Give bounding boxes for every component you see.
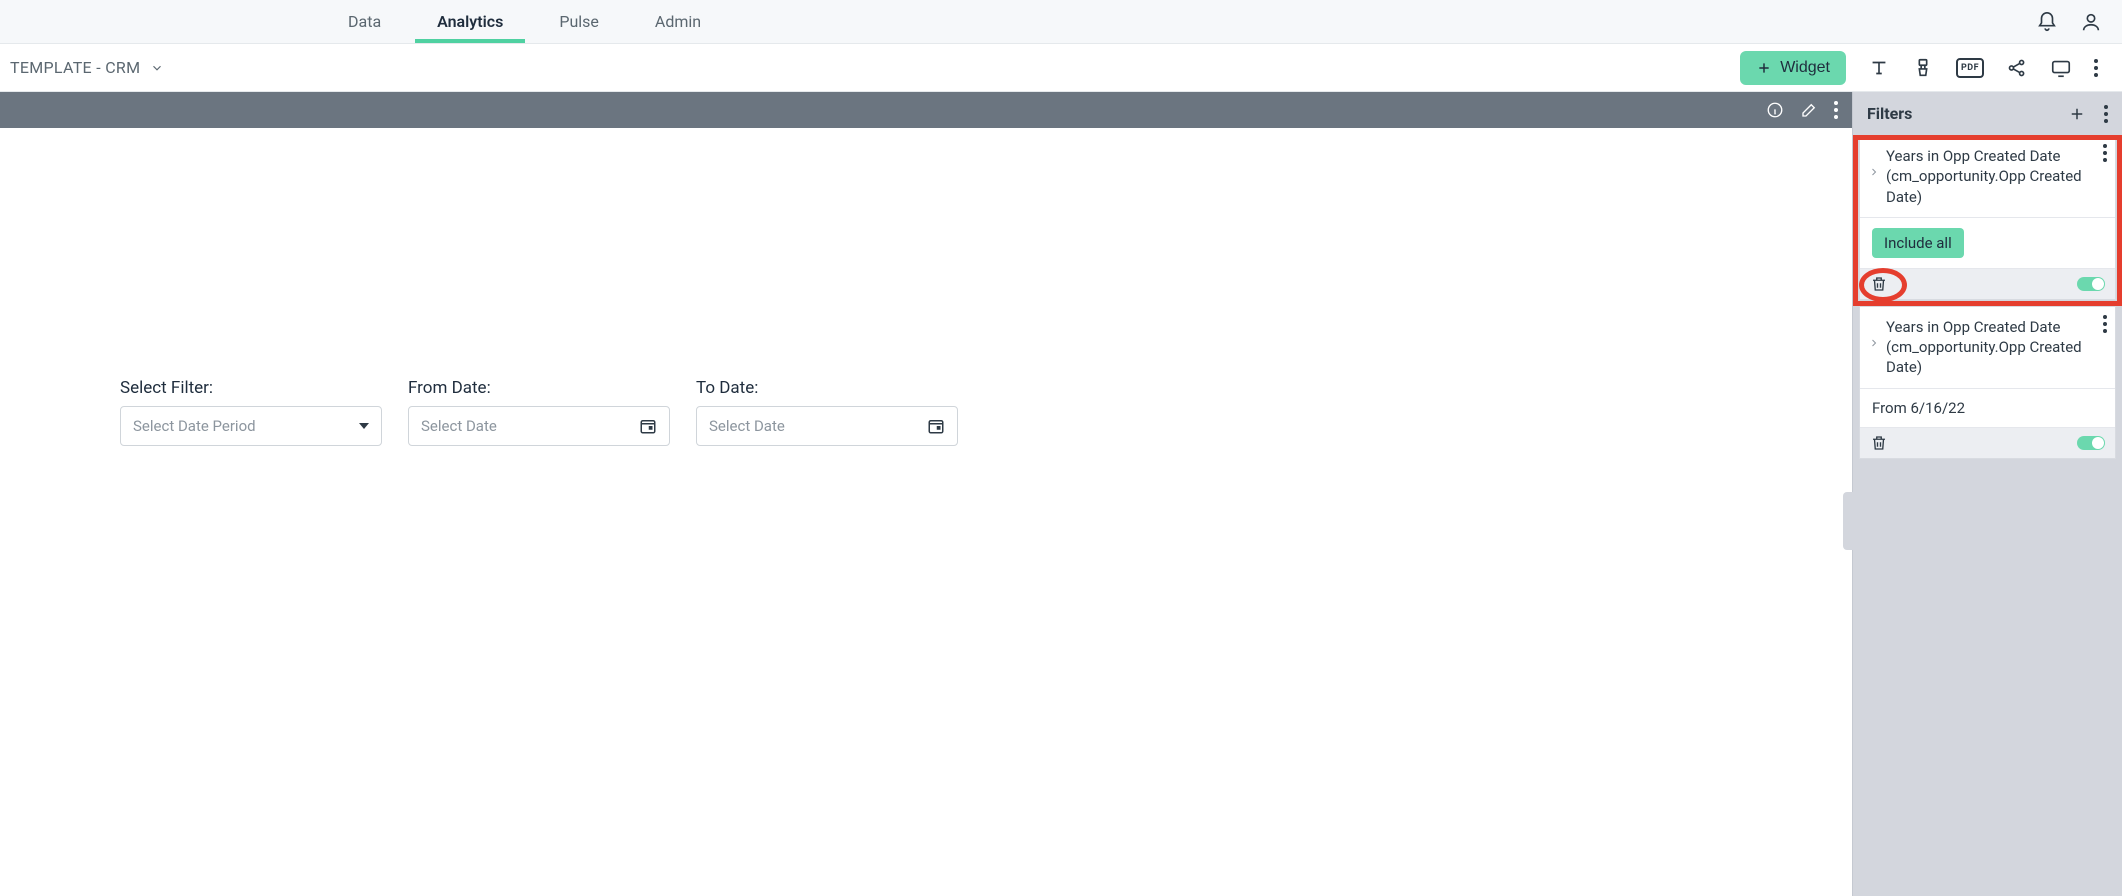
formula-icon[interactable] [1912,57,1934,79]
select-filter-label: Select Filter: [120,378,382,398]
tab-analytics[interactable]: Analytics [409,0,531,43]
user-icon[interactable] [2080,11,2102,33]
share-icon[interactable] [2006,57,2028,79]
dashboard-toolbar: TEMPLATE - CRM Widget PDF [0,44,2122,92]
present-icon[interactable] [2050,57,2072,79]
tab-admin[interactable]: Admin [627,0,729,43]
filters-panel-menu[interactable] [2104,105,2108,123]
dashboard-title-dropdown[interactable]: TEMPLATE - CRM [10,58,164,77]
dashboard-title-text: TEMPLATE - CRM [10,58,140,77]
bell-icon[interactable] [2036,11,2058,33]
collapse-panel-handle[interactable] [1843,492,1853,550]
filter-card[interactable]: Years in Opp Created Date (cm_opportunit… [1859,135,2116,300]
filters-panel: Filters Years in Opp Created Date (cm_op… [1852,92,2122,896]
dashboard-canvas-column: Select Filter: Select Date Period From D… [0,92,1852,896]
delete-filter-icon[interactable] [1870,434,1888,452]
edit-icon[interactable] [1800,101,1818,119]
filter-card[interactable]: Years in Opp Created Date (cm_opportunit… [1859,306,2116,459]
filter-selection-text: From 6/16/22 [1872,399,1965,417]
filter-card-menu[interactable] [2103,144,2107,162]
delete-filter-icon[interactable] [1870,275,1888,293]
from-date-label: From Date: [408,378,670,398]
select-filter-placeholder: Select Date Period [133,417,359,435]
info-icon[interactable] [1766,101,1784,119]
caret-down-icon [359,423,369,429]
filter-card-menu[interactable] [2103,315,2107,333]
add-filter-icon[interactable] [2068,105,2086,123]
filters-panel-title: Filters [1867,104,1912,123]
select-filter-dropdown[interactable]: Select Date Period [120,406,382,446]
dashboard-more-menu[interactable] [2094,59,2098,77]
filter-enable-toggle[interactable] [2077,436,2105,450]
calendar-icon [639,417,657,435]
filter-enable-toggle[interactable] [2077,277,2105,291]
plus-icon [1756,60,1772,76]
chevron-right-icon [1868,166,1880,178]
calendar-icon [927,417,945,435]
filter-selection-pill[interactable]: Include all [1872,228,1964,258]
widget-header-bar [0,92,1852,128]
tab-pulse[interactable]: Pulse [531,0,627,43]
to-date-placeholder: Select Date [709,417,927,435]
from-date-input[interactable]: Select Date [408,406,670,446]
filter-card-title: Years in Opp Created Date (cm_opportunit… [1886,317,2087,378]
chevron-down-icon [150,61,164,75]
filter-card-title: Years in Opp Created Date (cm_opportunit… [1886,146,2087,207]
chevron-right-icon [1868,337,1880,349]
filter-card-highlighted: Years in Opp Created Date (cm_opportunit… [1853,135,2122,306]
add-widget-label: Widget [1780,59,1830,77]
tab-data[interactable]: Data [320,0,409,43]
text-icon[interactable] [1868,57,1890,79]
from-date-placeholder: Select Date [421,417,639,435]
widget-canvas: Select Filter: Select Date Period From D… [0,128,1852,896]
to-date-label: To Date: [696,378,958,398]
pdf-export-button[interactable]: PDF [1956,58,1984,78]
top-nav: Data Analytics Pulse Admin [0,0,2122,44]
widget-more-menu[interactable] [1834,101,1838,119]
to-date-input[interactable]: Select Date [696,406,958,446]
add-widget-button[interactable]: Widget [1740,51,1846,85]
